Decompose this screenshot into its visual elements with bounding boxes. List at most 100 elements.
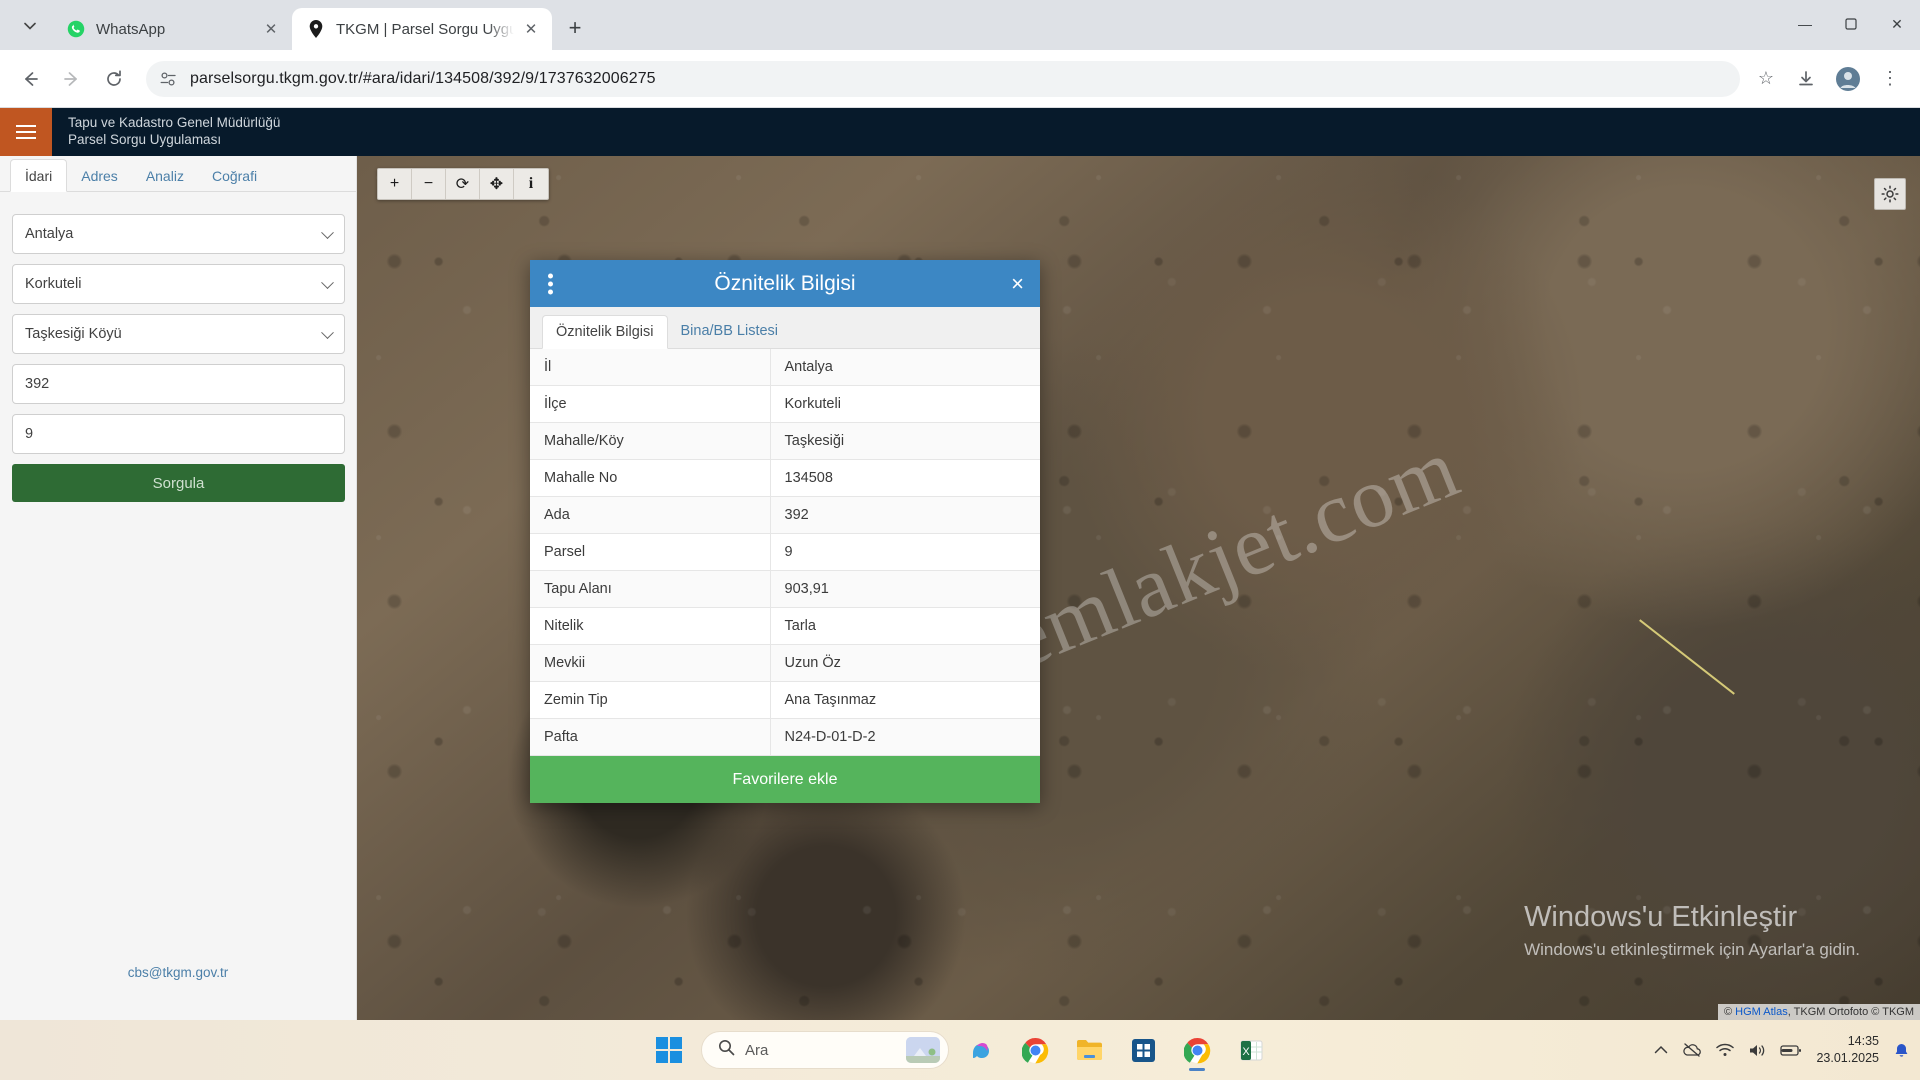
tab-close-icon[interactable]: ✕ bbox=[520, 18, 542, 40]
svg-text:X: X bbox=[1242, 1046, 1250, 1058]
row-value: 392 bbox=[770, 496, 1040, 534]
download-icon[interactable] bbox=[1788, 61, 1824, 97]
excel-icon[interactable]: X bbox=[1229, 1028, 1273, 1072]
back-button-icon[interactable] bbox=[12, 61, 48, 97]
pan-icon[interactable]: ✥ bbox=[480, 169, 514, 199]
profile-avatar-icon[interactable] bbox=[1832, 63, 1864, 95]
toolbar-right-actions: ☆ ⋮ bbox=[1748, 61, 1908, 97]
browser-toolbar: parselsorgu.tkgm.gov.tr/#ara/idari/13450… bbox=[0, 50, 1920, 108]
row-value: 903,91 bbox=[770, 570, 1040, 608]
tab-close-icon[interactable]: ✕ bbox=[260, 18, 282, 40]
contact-mail-link[interactable]: cbs@tkgm.gov.tr bbox=[0, 965, 356, 980]
map-watermark: emlakjet.com bbox=[992, 419, 1472, 688]
window-minimize-button[interactable]: — bbox=[1782, 0, 1828, 48]
tab-search-chevron-icon[interactable] bbox=[12, 8, 48, 44]
map-toolbar: + − ⟳ ✥ i bbox=[377, 168, 549, 200]
onedrive-off-icon[interactable] bbox=[1682, 1042, 1702, 1058]
battery-icon[interactable] bbox=[1780, 1044, 1802, 1057]
close-icon[interactable]: × bbox=[1011, 272, 1024, 295]
add-to-favorites-button[interactable]: Favorilere ekle bbox=[530, 756, 1040, 803]
window-maximize-button[interactable] bbox=[1828, 0, 1874, 48]
app-header: Tapu ve Kadastro Genel Müdürlüğü Parsel … bbox=[0, 108, 1920, 156]
map-attribution: © HGM Atlas, TKGM Ortofoto © TKGM bbox=[1717, 1004, 1920, 1020]
row-value: 9 bbox=[770, 533, 1040, 571]
sorgula-button[interactable]: Sorgula bbox=[12, 464, 345, 502]
zoom-out-icon[interactable]: − bbox=[412, 169, 446, 199]
hamburger-menu-icon[interactable] bbox=[0, 108, 52, 156]
table-row: Mevkii Uzun Öz bbox=[530, 644, 1040, 682]
chrome-active-icon[interactable] bbox=[1175, 1028, 1219, 1072]
app-title-block: Tapu ve Kadastro Genel Müdürlüğü Parsel … bbox=[68, 115, 280, 149]
dialog-header: Öznitelik Bilgisi × bbox=[530, 260, 1040, 307]
row-value: Taşkesiği bbox=[770, 422, 1040, 460]
whatsapp-icon bbox=[66, 19, 86, 39]
mahalle-select[interactable]: Taşkesiği Köyü bbox=[12, 314, 345, 354]
url-text: parselsorgu.tkgm.gov.tr/#ara/idari/13450… bbox=[190, 69, 656, 87]
il-select[interactable]: Antalya bbox=[12, 214, 345, 254]
sidebar-tab-analiz[interactable]: Analiz bbox=[132, 160, 198, 191]
attribution-link[interactable]: HGM Atlas bbox=[1735, 1006, 1788, 1018]
system-tray: 14:35 23.01.2025 bbox=[1654, 1033, 1910, 1067]
sidebar-tab-idari[interactable]: İdari bbox=[10, 159, 68, 192]
attribution-prefix: © bbox=[1723, 1006, 1736, 1018]
more-vertical-icon[interactable] bbox=[548, 273, 553, 294]
mahalle-value: Taşkesiği Köyü bbox=[25, 326, 122, 342]
row-value: 134508 bbox=[770, 459, 1040, 497]
browser-tab-whatsapp[interactable]: WhatsApp ✕ bbox=[52, 8, 292, 50]
activation-subtitle: Windows'u etkinleştirmek için Ayarlar'a … bbox=[1524, 940, 1860, 959]
dialog-tab-oznitelik[interactable]: Öznitelik Bilgisi bbox=[542, 315, 668, 349]
chrome-icon[interactable] bbox=[1013, 1028, 1057, 1072]
row-value: N24-D-01-D-2 bbox=[770, 718, 1040, 756]
address-bar[interactable]: parselsorgu.tkgm.gov.tr/#ara/idari/13450… bbox=[146, 60, 1740, 97]
dialog-tabs: Öznitelik Bilgisi Bina/BB Listesi bbox=[530, 307, 1040, 349]
dialog-title: Öznitelik Bilgisi bbox=[714, 271, 856, 295]
activation-title: Windows'u Etkinleştir bbox=[1524, 901, 1798, 933]
ada-input[interactable]: 392 bbox=[12, 364, 345, 404]
row-key: Mahalle No bbox=[530, 459, 771, 497]
row-value: Antalya bbox=[770, 349, 1040, 386]
forward-button-icon[interactable] bbox=[54, 61, 90, 97]
bell-icon[interactable] bbox=[1893, 1042, 1910, 1059]
new-tab-button[interactable]: + bbox=[558, 11, 592, 45]
ilce-select[interactable]: Korkuteli bbox=[12, 264, 345, 304]
sidebar-tab-adres[interactable]: Adres bbox=[67, 160, 132, 191]
wifi-icon[interactable] bbox=[1716, 1043, 1735, 1057]
search-highlight-thumbnail bbox=[906, 1037, 940, 1063]
parsel-input[interactable]: 9 bbox=[12, 414, 345, 454]
tab-title: WhatsApp bbox=[96, 20, 166, 38]
taskbar-search[interactable]: Ara bbox=[701, 1031, 949, 1069]
copilot-icon[interactable] bbox=[959, 1028, 1003, 1072]
sidebar-tab-cografi[interactable]: Coğrafi bbox=[198, 160, 271, 191]
info-icon[interactable]: i bbox=[514, 169, 548, 199]
tab-title: TKGM | Parsel Sorgu Uygulamas bbox=[336, 20, 514, 38]
il-value: Antalya bbox=[25, 226, 74, 242]
app-title-line1: Tapu ve Kadastro Genel Müdürlüğü bbox=[68, 115, 281, 131]
zoom-in-icon[interactable]: + bbox=[378, 169, 412, 199]
microsoft-store-icon[interactable] bbox=[1121, 1028, 1165, 1072]
row-key: İl bbox=[530, 349, 771, 386]
reload-button-icon[interactable] bbox=[96, 61, 132, 97]
row-key: Zemin Tip bbox=[530, 681, 771, 719]
bookmark-star-icon[interactable]: ☆ bbox=[1748, 61, 1784, 97]
volume-icon[interactable] bbox=[1748, 1043, 1766, 1058]
taskbar-clock[interactable]: 14:35 23.01.2025 bbox=[1816, 1033, 1879, 1067]
dialog-tab-bina-bb[interactable]: Bina/BB Listesi bbox=[668, 315, 792, 348]
windows-activation-watermark: Windows'u Etkinleştir Windows'u etkinleş… bbox=[1524, 901, 1860, 960]
chevron-up-icon[interactable] bbox=[1654, 1045, 1668, 1055]
site-settings-icon[interactable] bbox=[160, 71, 178, 87]
browser-menu-icon[interactable]: ⋮ bbox=[1872, 61, 1908, 97]
row-key: Parsel bbox=[530, 533, 771, 571]
row-value: Korkuteli bbox=[770, 385, 1040, 423]
row-value: Tarla bbox=[770, 607, 1040, 645]
table-row: Mahalle No 134508 bbox=[530, 459, 1040, 497]
file-explorer-icon[interactable] bbox=[1067, 1028, 1111, 1072]
browser-tab-tkgm[interactable]: TKGM | Parsel Sorgu Uygulamas ✕ bbox=[292, 8, 552, 50]
window-close-button[interactable]: ✕ bbox=[1874, 0, 1920, 48]
table-row: Mahalle/Köy Taşkesiği bbox=[530, 422, 1040, 460]
windows-logo-icon[interactable] bbox=[647, 1028, 691, 1072]
app-title-line2: Parsel Sorgu Uygulaması bbox=[68, 132, 222, 147]
row-key: Pafta bbox=[530, 718, 771, 756]
gear-icon[interactable] bbox=[1874, 178, 1906, 210]
table-row: Pafta N24-D-01-D-2 bbox=[530, 718, 1040, 756]
refresh-icon[interactable]: ⟳ bbox=[446, 169, 480, 199]
